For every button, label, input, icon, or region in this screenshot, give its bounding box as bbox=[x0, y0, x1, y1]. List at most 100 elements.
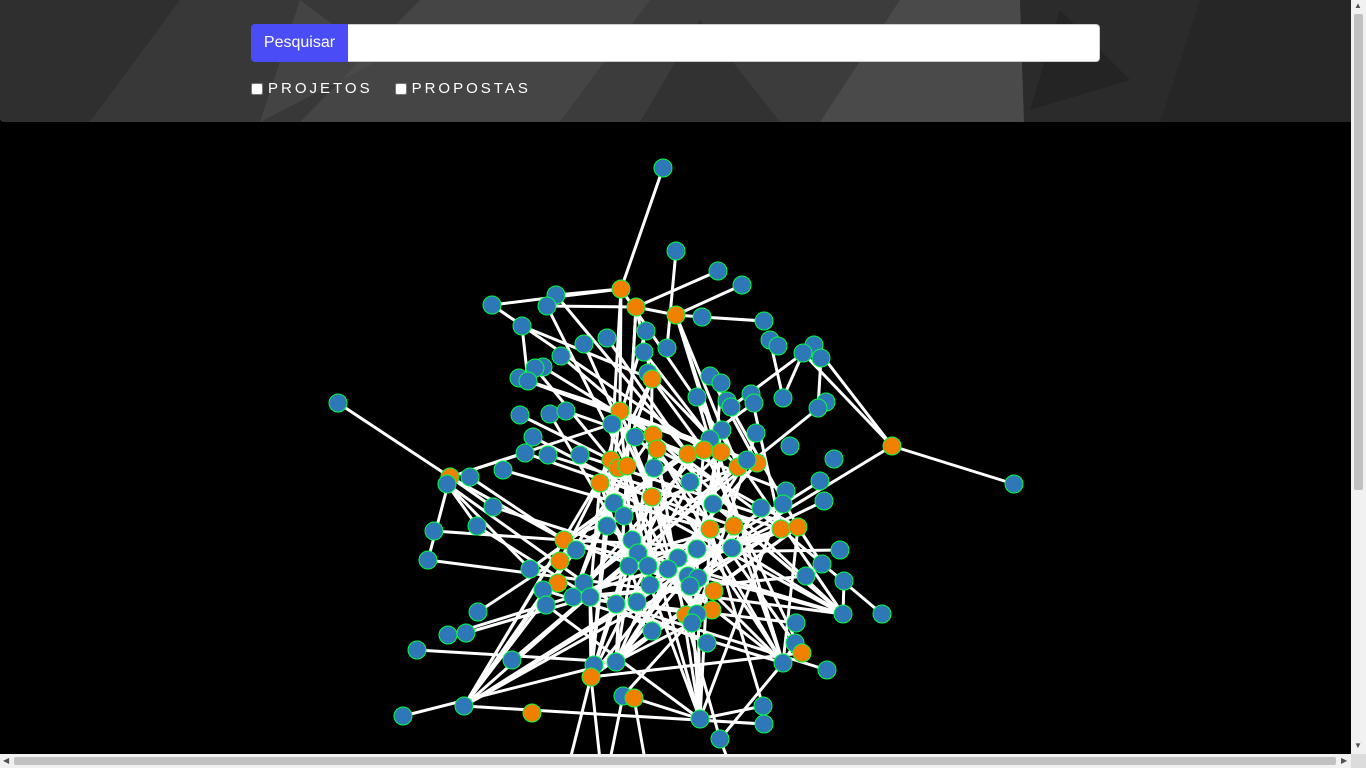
proposta-node[interactable] bbox=[642, 369, 662, 389]
projeto-node[interactable] bbox=[454, 696, 474, 716]
projeto-node[interactable] bbox=[872, 604, 892, 624]
projeto-node[interactable] bbox=[690, 709, 710, 729]
projeto-node[interactable] bbox=[830, 540, 850, 560]
projeto-node[interactable] bbox=[638, 556, 658, 576]
scroll-right-icon[interactable]: ▶ bbox=[1341, 757, 1347, 765]
projeto-node[interactable] bbox=[597, 328, 617, 348]
projeto-node[interactable] bbox=[520, 559, 540, 579]
projeto-node[interactable] bbox=[808, 398, 828, 418]
projeto-node[interactable] bbox=[551, 346, 571, 366]
horizontal-scrollbar[interactable]: ◀ ▶ bbox=[0, 754, 1351, 768]
projeto-node[interactable] bbox=[627, 592, 647, 612]
projeto-node[interactable] bbox=[773, 388, 793, 408]
scroll-up-icon[interactable]: ▲ bbox=[1354, 2, 1362, 10]
projeto-node[interactable] bbox=[833, 604, 853, 624]
projeto-node[interactable] bbox=[786, 613, 806, 633]
projeto-node[interactable] bbox=[510, 405, 530, 425]
projeto-node[interactable] bbox=[796, 566, 816, 586]
projeto-node[interactable] bbox=[460, 467, 480, 487]
projeto-node[interactable] bbox=[687, 387, 707, 407]
projeto-node[interactable] bbox=[634, 342, 654, 362]
projeto-node[interactable] bbox=[606, 652, 626, 672]
projeto-node[interactable] bbox=[483, 497, 503, 517]
scroll-left-icon[interactable]: ◀ bbox=[3, 757, 9, 765]
projeto-node[interactable] bbox=[682, 613, 702, 633]
proposta-node[interactable] bbox=[711, 442, 731, 462]
projeto-node[interactable] bbox=[538, 445, 558, 465]
projeto-node[interactable] bbox=[580, 587, 600, 607]
projeto-node[interactable] bbox=[602, 414, 622, 434]
projeto-node[interactable] bbox=[824, 449, 844, 469]
projeto-node[interactable] bbox=[467, 516, 487, 536]
projeto-node[interactable] bbox=[697, 633, 717, 653]
projeto-node[interactable] bbox=[482, 295, 502, 315]
projeto-node[interactable] bbox=[658, 559, 678, 579]
projeto-node[interactable] bbox=[407, 640, 427, 660]
proposta-node[interactable] bbox=[624, 688, 644, 708]
projeto-node[interactable] bbox=[640, 575, 660, 595]
vertical-scrollbar[interactable]: ▲ ▼ bbox=[1351, 0, 1366, 754]
projeto-node[interactable] bbox=[536, 595, 556, 615]
vertical-scroll-thumb[interactable] bbox=[1354, 14, 1363, 490]
proposta-node[interactable] bbox=[647, 439, 667, 459]
projeto-node[interactable] bbox=[540, 404, 560, 424]
projeto-node[interactable] bbox=[732, 275, 752, 295]
proposta-node[interactable] bbox=[550, 551, 570, 571]
projeto-node[interactable] bbox=[692, 307, 712, 327]
proposta-node[interactable] bbox=[788, 517, 808, 537]
horizontal-scroll-thumb[interactable] bbox=[14, 757, 1336, 765]
projeto-node[interactable] bbox=[814, 491, 834, 511]
proposta-node[interactable] bbox=[522, 703, 542, 723]
projeto-node[interactable] bbox=[515, 443, 535, 463]
proposta-node[interactable] bbox=[792, 643, 812, 663]
projeto-node[interactable] bbox=[437, 474, 457, 494]
projeto-node[interactable] bbox=[556, 401, 576, 421]
proposta-node[interactable] bbox=[581, 667, 601, 687]
projeto-node[interactable] bbox=[773, 494, 793, 514]
proposta-node[interactable] bbox=[590, 473, 610, 493]
filter-projetos[interactable]: PROJETOS bbox=[251, 80, 373, 97]
projeto-node[interactable] bbox=[737, 450, 757, 470]
network-graph-svg[interactable] bbox=[0, 122, 1351, 754]
projeto-node[interactable] bbox=[768, 336, 788, 356]
proposta-node[interactable] bbox=[700, 519, 720, 539]
network-graph[interactable] bbox=[0, 122, 1351, 754]
projeto-node[interactable] bbox=[328, 393, 348, 413]
scroll-down-icon[interactable]: ▼ bbox=[1354, 742, 1362, 750]
projeto-node[interactable] bbox=[456, 623, 476, 643]
projeto-node[interactable] bbox=[574, 334, 594, 354]
projeto-node[interactable] bbox=[512, 316, 532, 336]
projeto-node[interactable] bbox=[642, 621, 662, 641]
projeto-node[interactable] bbox=[721, 397, 741, 417]
projeto-node[interactable] bbox=[636, 321, 656, 341]
projeto-node[interactable] bbox=[597, 516, 617, 536]
projeto-node[interactable] bbox=[424, 521, 444, 541]
projeto-node[interactable] bbox=[518, 371, 538, 391]
proposta-node[interactable] bbox=[642, 487, 662, 507]
projeto-node[interactable] bbox=[502, 650, 522, 670]
proposta-node[interactable] bbox=[771, 519, 791, 539]
projeto-node[interactable] bbox=[537, 296, 557, 316]
projeto-node[interactable] bbox=[570, 445, 590, 465]
proposta-node[interactable] bbox=[882, 436, 902, 456]
projeto-node[interactable] bbox=[614, 506, 634, 526]
proposta-node[interactable] bbox=[704, 581, 724, 601]
projeto-node[interactable] bbox=[754, 311, 774, 331]
projeto-node[interactable] bbox=[606, 594, 626, 614]
filter-propostas[interactable]: PROPOSTAS bbox=[394, 80, 531, 97]
projeto-node[interactable] bbox=[773, 653, 793, 673]
proposta-node[interactable] bbox=[724, 516, 744, 536]
projeto-node[interactable] bbox=[711, 373, 731, 393]
projeto-node[interactable] bbox=[644, 458, 664, 478]
search-input[interactable] bbox=[348, 24, 1100, 62]
proposta-node[interactable] bbox=[666, 305, 686, 325]
projeto-node[interactable] bbox=[793, 343, 813, 363]
projeto-node[interactable] bbox=[563, 587, 583, 607]
projeto-node[interactable] bbox=[666, 241, 686, 261]
projetos-checkbox[interactable] bbox=[251, 82, 263, 95]
projeto-node[interactable] bbox=[653, 158, 673, 178]
proposta-node[interactable] bbox=[694, 440, 714, 460]
projeto-node[interactable] bbox=[746, 423, 766, 443]
search-button[interactable]: Pesquisar bbox=[251, 24, 348, 62]
propostas-checkbox[interactable] bbox=[394, 82, 407, 95]
